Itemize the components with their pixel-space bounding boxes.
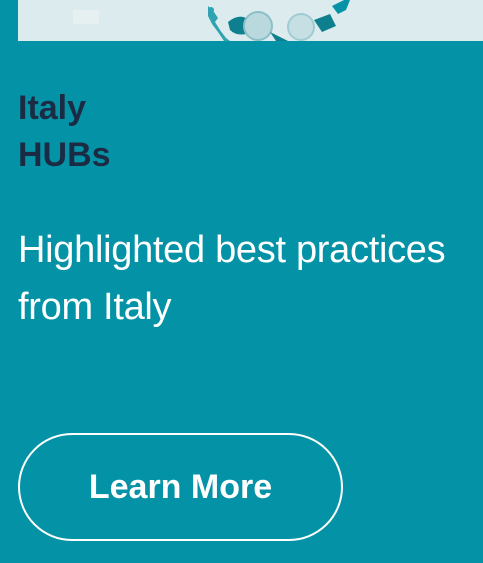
card-title: Italy HUBs bbox=[18, 85, 111, 179]
card-description: Highlighted best practices from Italy bbox=[18, 229, 446, 328]
title-line-1: Italy bbox=[18, 89, 87, 127]
title-line-2: HUBs bbox=[18, 136, 111, 174]
hero-illustration bbox=[18, 0, 483, 41]
learn-more-button[interactable]: Learn More bbox=[18, 433, 343, 541]
italy-illustration bbox=[18, 0, 483, 41]
